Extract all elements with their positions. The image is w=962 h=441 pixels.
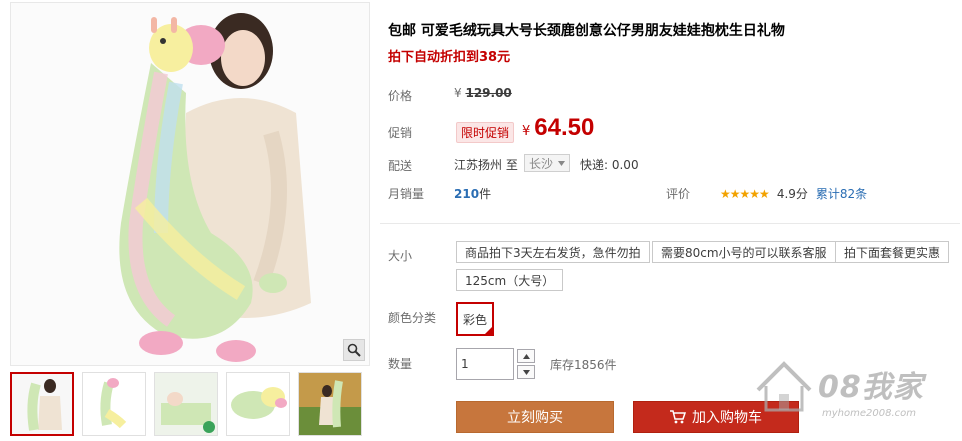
promo-badge: 限时促销 [456,122,515,143]
currency-symbol: ¥ [522,124,531,139]
thumbnail-image [83,373,145,435]
thumbnail-image [12,374,72,434]
sales-unit: 件 [479,187,492,201]
size-option-2[interactable]: 需要80cm小号的可以联系客服 [652,241,836,263]
promo-label: 促销 [388,126,413,140]
cart-icon [670,410,686,424]
monthly-sales-label: 月销量 [388,187,425,201]
promo-price: ¥64.50 [522,114,594,142]
zoom-button[interactable] [343,339,365,361]
color-option-label: 彩色 [462,312,487,327]
buy-now-button[interactable]: 立刻购买 [456,401,614,433]
main-product-image[interactable] [10,2,370,366]
price-label: 价格 [388,89,413,103]
size-option-1[interactable]: 商品拍下3天左右发货，急件勿拍 [456,241,650,263]
sales-count: 210 [454,187,480,201]
thumbnail-image [155,373,217,435]
watermark-url: myhome2008.com [822,408,916,419]
rating-score: 4.9分 [776,187,808,201]
house-logo-icon [756,361,812,412]
site-watermark: 08我家 myhome2008.com [752,356,962,434]
ship-origin: 江苏扬州 至 [454,158,518,172]
watermark-brand: 08我家 [818,370,924,405]
review-count-link[interactable]: 累计82条 [816,185,867,202]
star-rating-icon: ★★★★★ [720,186,770,201]
original-price-value: 129.00 [465,86,512,100]
buy-now-label: 立刻购买 [507,410,563,426]
discount-note: 拍下自动折扣到38元 [388,50,511,65]
chevron-down-icon [558,160,565,166]
giraffe-plush-photo [11,3,369,365]
quantity-label: 数量 [388,357,413,371]
size-label: 大小 [388,249,413,263]
thumbnail-2[interactable] [82,372,146,436]
size-option-3[interactable]: 拍下面套餐更实惠 [835,241,950,263]
thumbnail-image [227,373,289,435]
promo-price-value: 64.50 [534,114,595,141]
product-gallery [8,0,370,441]
color-label: 颜色分类 [388,311,437,325]
currency-symbol: ¥ [454,86,462,100]
section-divider [380,223,960,224]
thumbnail-image [299,373,361,435]
thumbnail-4[interactable] [226,372,290,436]
thumbnail-3[interactable] [154,372,218,436]
destination-value: 长沙 [529,156,554,171]
shipping-fee: 快递: 0.00 [580,158,639,172]
quantity-decrease-button[interactable] [517,365,535,379]
thumbnail-5[interactable] [298,372,362,436]
color-option-selected[interactable]: 彩色 [456,302,494,336]
triangle-up-icon [522,353,530,359]
thumbnail-1[interactable] [10,372,74,436]
size-option-4[interactable]: 125cm（大号） [456,269,564,291]
product-title: 包邮 可爱毛绒玩具大号长颈鹿创意公仔男朋友娃娃抱枕生日礼物 [388,23,785,39]
selected-check-icon [484,326,493,335]
magnifier-icon [347,343,361,357]
stock-count: 库存1856件 [550,358,617,372]
rating-label: 评价 [666,187,691,201]
rating-summary: 评价 ★★★★★ 4.9分 累计82条 [666,185,867,202]
quantity-input[interactable]: 1 [456,348,514,380]
thumbnail-strip [10,372,370,441]
quantity-increase-button[interactable] [517,349,535,363]
shipping-label: 配送 [388,159,413,173]
original-price: ¥ 129.00 [454,86,512,100]
destination-select[interactable]: 长沙 [524,154,570,172]
monthly-sales: 210件 [454,185,491,202]
triangle-down-icon [522,369,530,375]
